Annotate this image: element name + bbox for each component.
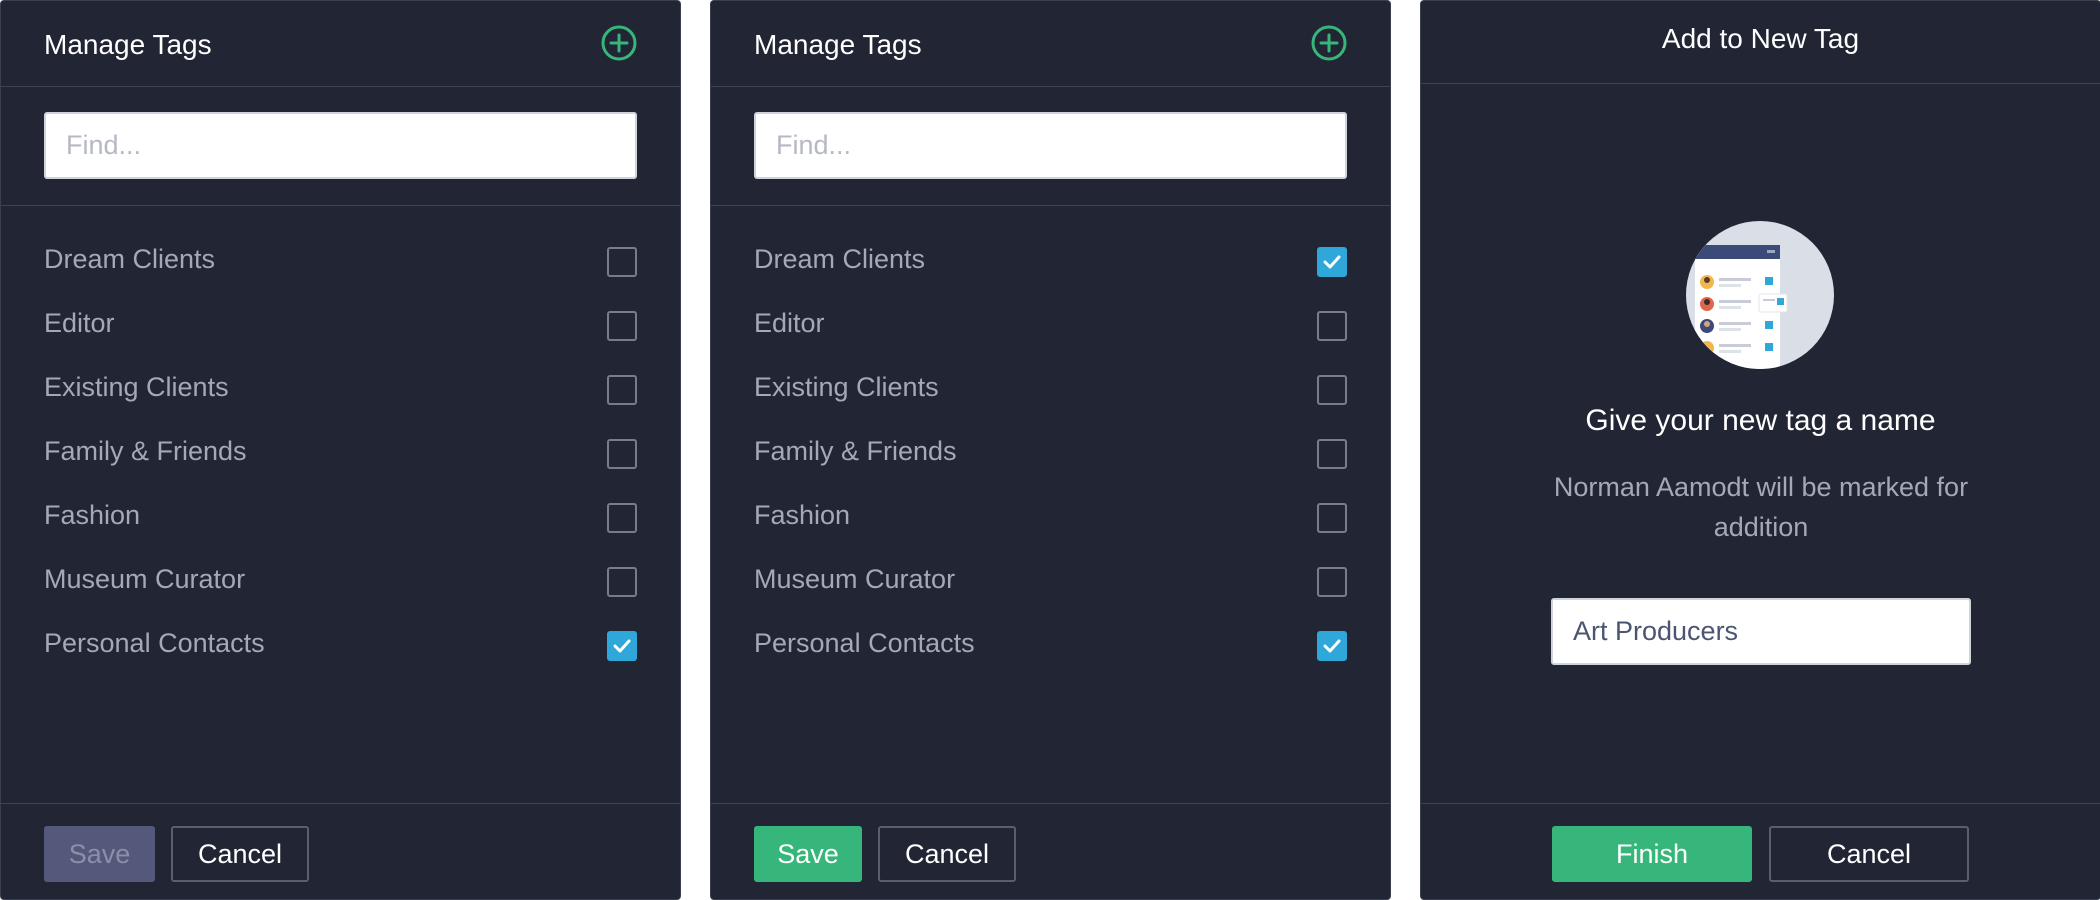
save-button[interactable]: Save bbox=[44, 826, 155, 882]
panel-footer: Save Cancel bbox=[1, 803, 680, 899]
manage-tags-panel: Manage Tags Dream Clients Editor Existing … bbox=[0, 0, 681, 900]
tag-row[interactable]: Family & Friends bbox=[711, 423, 1390, 487]
tag-checkbox[interactable] bbox=[607, 567, 637, 597]
finish-button[interactable]: Finish bbox=[1552, 826, 1752, 882]
panel-header: Add to New Tag bbox=[1421, 1, 2100, 84]
tag-checkbox[interactable] bbox=[1317, 375, 1347, 405]
tag-row[interactable]: Family & Friends bbox=[1, 423, 680, 487]
tag-row[interactable]: Personal Contacts bbox=[711, 615, 1390, 679]
tag-label: Editor bbox=[754, 308, 825, 338]
tag-row[interactable]: Museum Curator bbox=[1, 551, 680, 615]
panel-footer: Finish Cancel bbox=[1421, 803, 2100, 899]
tag-list-illustration-icon bbox=[1686, 221, 1834, 369]
tag-label: Fashion bbox=[44, 500, 141, 530]
tag-label: Editor bbox=[44, 308, 115, 338]
panel-title: Manage Tags bbox=[44, 29, 212, 60]
panel-header: Manage Tags bbox=[711, 1, 1390, 87]
tag-checkbox[interactable] bbox=[1317, 439, 1347, 469]
tag-row[interactable]: Personal Contacts bbox=[1, 615, 680, 679]
prompt-heading: Give your new tag a name bbox=[1585, 404, 1936, 437]
tag-checkbox[interactable] bbox=[1317, 311, 1347, 341]
tag-checkbox[interactable] bbox=[607, 247, 637, 277]
tag-list: Dream Clients Editor Existing Clients Famil… bbox=[711, 231, 1390, 679]
search-row bbox=[1, 87, 680, 206]
save-button[interactable]: Save bbox=[754, 826, 862, 882]
tag-label: Personal Contacts bbox=[754, 628, 975, 658]
plus-circle-icon[interactable] bbox=[600, 24, 638, 62]
tag-label: Family & Friends bbox=[754, 436, 957, 466]
tag-label: Family & Friends bbox=[44, 436, 247, 466]
tag-checkbox[interactable] bbox=[607, 503, 637, 533]
tag-row[interactable]: Existing Clients bbox=[1, 359, 680, 423]
tag-label: Dream Clients bbox=[754, 244, 926, 274]
checkmark-icon bbox=[1323, 255, 1341, 269]
tag-checkbox[interactable] bbox=[1317, 247, 1347, 277]
tag-label: Existing Clients bbox=[44, 372, 229, 402]
tag-row[interactable]: Editor bbox=[711, 295, 1390, 359]
tag-list: Dream Clients Editor Existing Clients Famil… bbox=[1, 231, 680, 679]
tag-row[interactable]: Dream Clients bbox=[1, 231, 680, 295]
search-row bbox=[711, 87, 1390, 206]
tag-checkbox[interactable] bbox=[607, 375, 637, 405]
panel-title: Manage Tags bbox=[754, 29, 922, 60]
tag-label: Museum Curator bbox=[44, 564, 246, 594]
search-input[interactable] bbox=[44, 112, 637, 179]
tag-checkbox[interactable] bbox=[1317, 631, 1347, 661]
checkmark-icon bbox=[1323, 639, 1341, 653]
tag-row[interactable]: Dream Clients bbox=[711, 231, 1390, 295]
tag-label: Museum Curator bbox=[754, 564, 956, 594]
tag-label: Existing Clients bbox=[754, 372, 939, 402]
tag-checkbox[interactable] bbox=[1317, 567, 1347, 597]
add-to-new-tag-panel: Add to New Tag Give your new tag a name … bbox=[1420, 0, 2100, 900]
tag-label: Fashion bbox=[754, 500, 851, 530]
panel-title: Add to New Tag bbox=[1661, 23, 1860, 54]
cancel-button[interactable]: Cancel bbox=[171, 826, 309, 882]
tag-checkbox[interactable] bbox=[1317, 503, 1347, 533]
tag-row[interactable]: Fashion bbox=[1, 487, 680, 551]
tag-checkbox[interactable] bbox=[607, 311, 637, 341]
checkmark-icon bbox=[613, 639, 631, 653]
panel-header: Manage Tags bbox=[1, 1, 680, 87]
plus-circle-icon[interactable] bbox=[1310, 24, 1348, 62]
cancel-button[interactable]: Cancel bbox=[1769, 826, 1969, 882]
tag-name-input[interactable] bbox=[1551, 598, 1971, 665]
tag-checkbox[interactable] bbox=[607, 439, 637, 469]
search-input[interactable] bbox=[754, 112, 1347, 179]
panel-footer: Save Cancel bbox=[711, 803, 1390, 899]
tag-row[interactable]: Editor bbox=[1, 295, 680, 359]
description-text: Norman Aamodt will be marked for additio… bbox=[1553, 472, 1969, 542]
cancel-button[interactable]: Cancel bbox=[878, 826, 1016, 882]
tag-label: Dream Clients bbox=[44, 244, 216, 274]
manage-tags-panel: Manage Tags Dream Clients Editor Existing … bbox=[710, 0, 1391, 900]
tag-row[interactable]: Fashion bbox=[711, 487, 1390, 551]
tag-row[interactable]: Museum Curator bbox=[711, 551, 1390, 615]
tag-label: Personal Contacts bbox=[44, 628, 265, 658]
tag-row[interactable]: Existing Clients bbox=[711, 359, 1390, 423]
tag-checkbox[interactable] bbox=[607, 631, 637, 661]
